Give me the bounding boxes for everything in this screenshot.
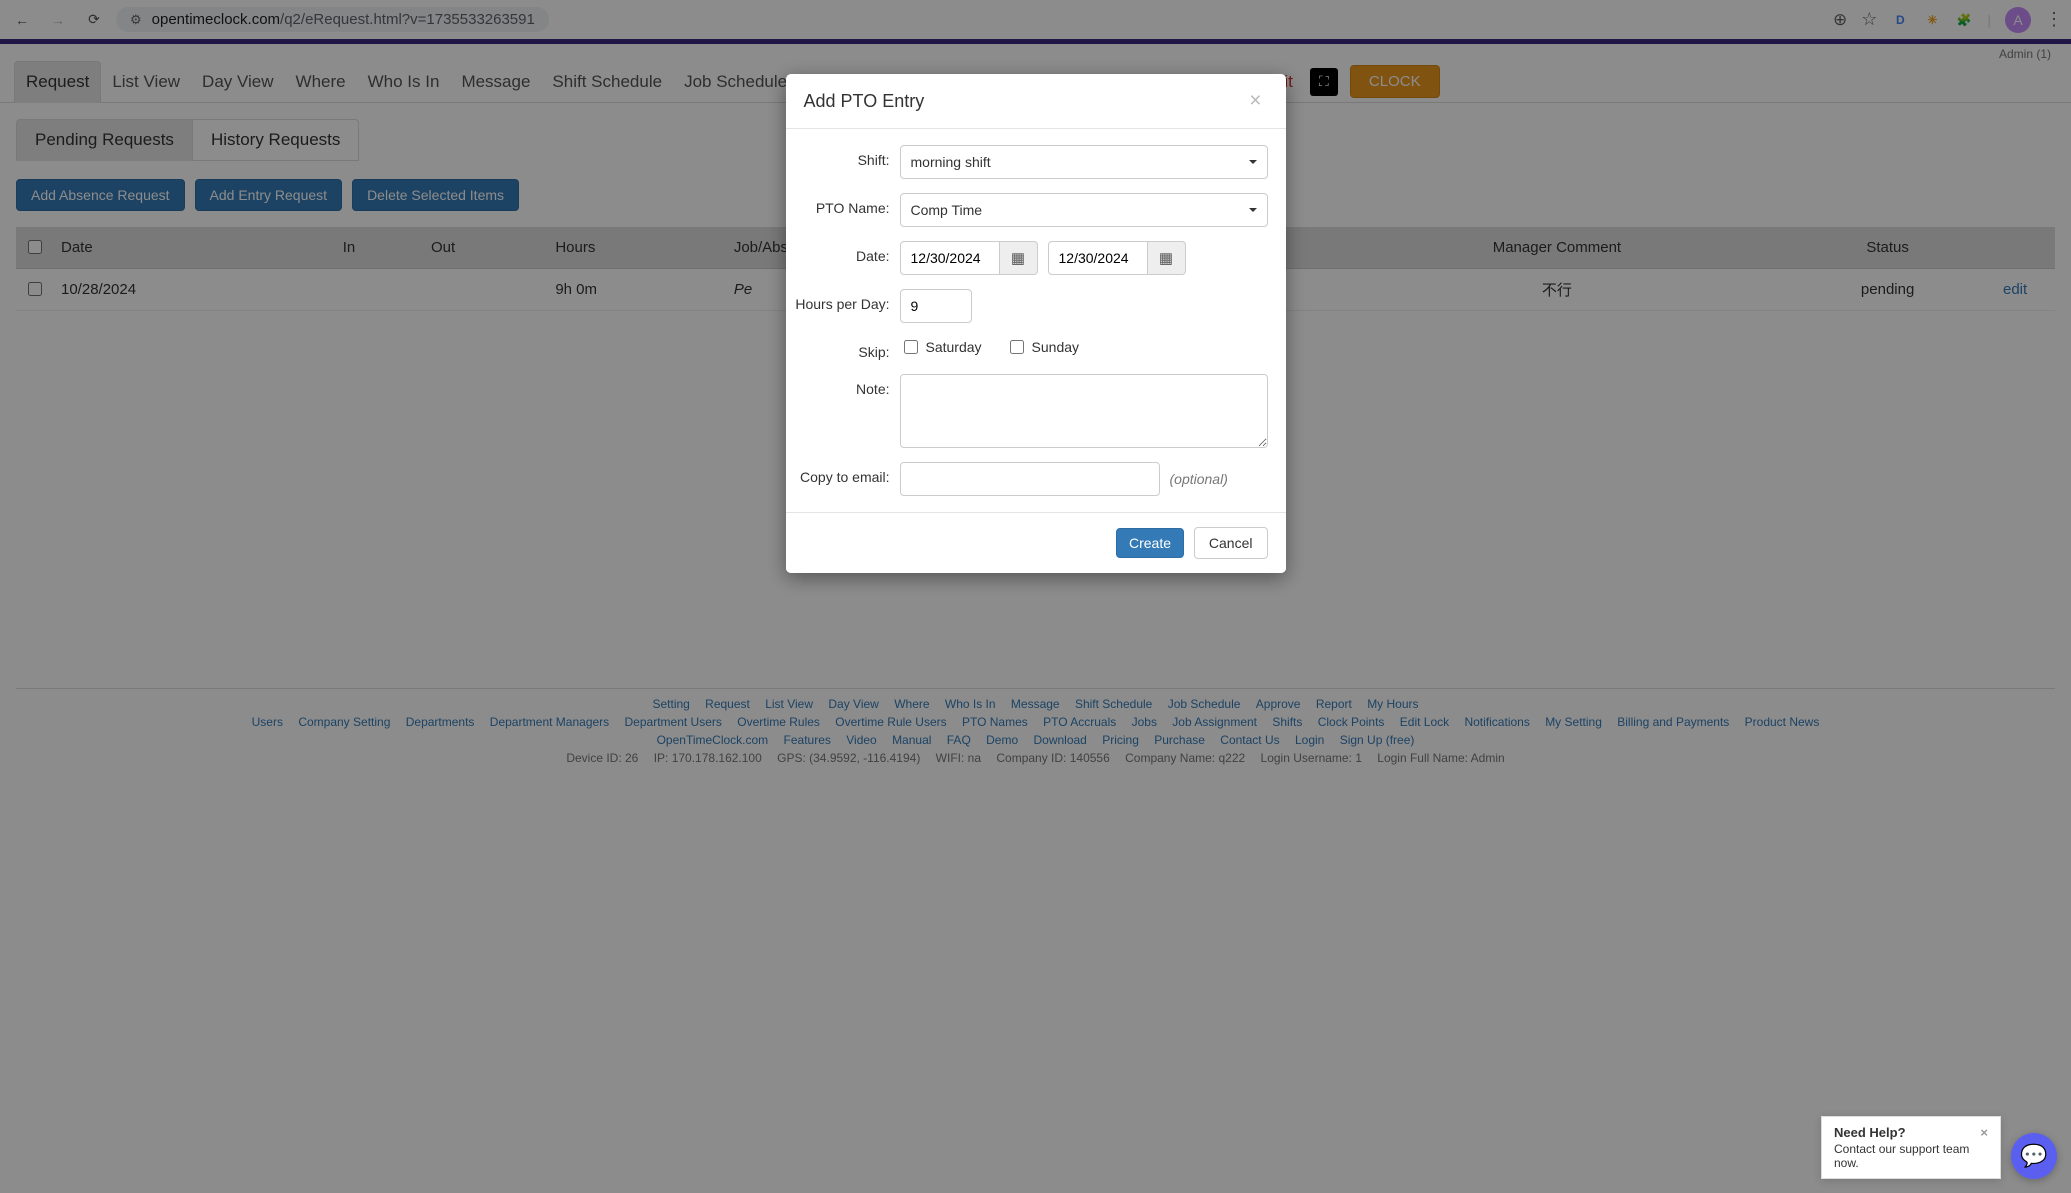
pto-select[interactable]: Comp Time xyxy=(900,193,1268,227)
skip-saturday-option[interactable]: Saturday xyxy=(900,337,982,357)
help-close-icon[interactable]: × xyxy=(1980,1125,1988,1140)
skip-sunday-checkbox[interactable] xyxy=(1010,340,1024,354)
help-subtitle: Contact our support team now. xyxy=(1834,1142,1988,1170)
modal-body: Shift: morning shift PTO Name: Comp Time… xyxy=(786,129,1286,512)
modal-header: Add PTO Entry × xyxy=(786,74,1286,129)
modal-footer: Create Cancel xyxy=(786,512,1286,573)
optional-label: (optional) xyxy=(1170,471,1228,487)
calendar-icon[interactable] xyxy=(1148,241,1186,275)
note-textarea[interactable] xyxy=(900,374,1268,448)
label-date: Date: xyxy=(804,241,900,264)
chat-bubble-icon[interactable]: 💬 xyxy=(2011,1133,2057,1179)
label-note: Note: xyxy=(804,374,900,397)
copy-email-input[interactable] xyxy=(900,462,1160,496)
hours-per-day-input[interactable] xyxy=(900,289,972,323)
pto-value: Comp Time xyxy=(911,202,983,218)
calendar-icon[interactable] xyxy=(1000,241,1038,275)
date-from-group xyxy=(900,241,1038,275)
close-icon[interactable]: × xyxy=(1243,88,1267,114)
cancel-button[interactable]: Cancel xyxy=(1194,527,1268,559)
label-skip: Skip: xyxy=(804,337,900,360)
date-to-input[interactable] xyxy=(1048,241,1148,275)
help-popup: Need Help? × Contact our support team no… xyxy=(1821,1116,2001,1179)
label-hpd: Hours per Day: xyxy=(780,289,900,312)
create-button[interactable]: Create xyxy=(1116,528,1184,558)
date-to-group xyxy=(1048,241,1186,275)
skip-saturday-checkbox[interactable] xyxy=(904,340,918,354)
label-shift: Shift: xyxy=(804,145,900,168)
skip-sunday-label: Sunday xyxy=(1032,339,1079,355)
skip-saturday-label: Saturday xyxy=(926,339,982,355)
shift-value: morning shift xyxy=(911,154,991,170)
date-from-input[interactable] xyxy=(900,241,1000,275)
shift-select[interactable]: morning shift xyxy=(900,145,1268,179)
label-copy-email: Copy to email: xyxy=(790,462,900,485)
skip-sunday-option[interactable]: Sunday xyxy=(1006,337,1079,357)
help-title: Need Help? xyxy=(1834,1125,1906,1140)
label-pto: PTO Name: xyxy=(804,193,900,216)
add-pto-modal: Add PTO Entry × Shift: morning shift PTO… xyxy=(786,74,1286,573)
modal-title: Add PTO Entry xyxy=(804,91,925,112)
